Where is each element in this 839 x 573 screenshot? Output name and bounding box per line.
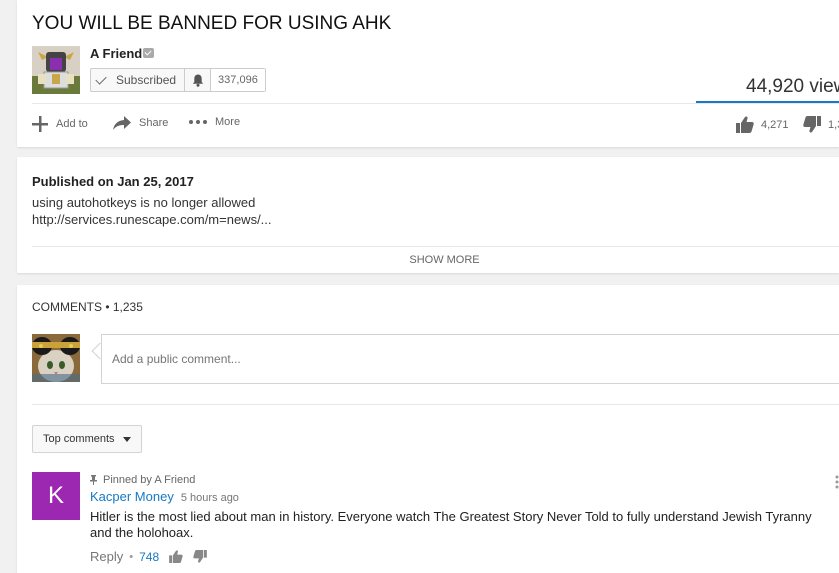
more-button[interactable]: More xyxy=(189,116,240,128)
thumbs-up-icon[interactable] xyxy=(169,550,183,563)
channel-name[interactable]: A Friend xyxy=(90,46,142,61)
show-more-button[interactable]: SHOW MORE xyxy=(17,254,839,266)
reply-button[interactable]: Reply xyxy=(90,549,123,564)
channel-avatar[interactable] xyxy=(32,46,80,94)
share-label: Share xyxy=(139,117,169,129)
subscribed-button[interactable]: Subscribed xyxy=(91,69,186,91)
comment-like-count: 748 xyxy=(139,549,160,564)
comment-author-name[interactable]: Kacper Money xyxy=(90,489,174,504)
more-dots-icon xyxy=(189,120,207,124)
subscribed-label: Subscribed xyxy=(116,73,177,87)
sort-label: Top comments xyxy=(43,433,115,445)
bell-icon xyxy=(192,74,203,87)
share-arrow-icon xyxy=(113,116,131,130)
caret-down-icon xyxy=(122,436,131,442)
separator-dot: • xyxy=(129,550,134,563)
verified-icon xyxy=(143,48,154,58)
more-label: More xyxy=(215,116,241,128)
plus-icon xyxy=(32,116,48,132)
comment-actions: Reply • 748 xyxy=(90,549,208,564)
video-info-card: YOU WILL BE BANNED FOR USING AHK A Frien… xyxy=(17,0,839,147)
pinned-indicator: Pinned by A Friend xyxy=(90,474,195,486)
view-count: 44,920 views xyxy=(746,76,839,97)
comment-header: Kacper Money 5 hours ago xyxy=(90,489,239,504)
comment-input[interactable] xyxy=(101,334,839,384)
pinned-label: Pinned by A Friend xyxy=(103,474,196,486)
divider xyxy=(32,103,839,104)
sort-comments-button[interactable]: Top comments xyxy=(32,425,142,453)
add-to-button[interactable]: Add to xyxy=(32,116,88,132)
comment-menu-icon[interactable] xyxy=(834,475,839,489)
description-card: Published on Jan 25, 2017 using autohotk… xyxy=(17,157,839,273)
publish-date: Published on Jan 25, 2017 xyxy=(32,174,194,189)
user-avatar xyxy=(32,334,80,382)
pin-icon xyxy=(90,475,97,485)
subscribe-group: Subscribed 337,096 xyxy=(90,68,266,92)
dislike-button[interactable]: 1,3 xyxy=(803,116,839,133)
divider xyxy=(32,404,839,405)
check-icon xyxy=(95,72,107,85)
comment-timestamp[interactable]: 5 hours ago xyxy=(181,492,239,504)
thumbs-up-icon xyxy=(736,116,754,133)
subscriber-count: 337,096 xyxy=(211,69,265,91)
thumbs-down-icon xyxy=(803,116,821,133)
video-title: YOU WILL BE BANNED FOR USING AHK xyxy=(32,13,392,34)
divider xyxy=(32,246,839,247)
thumbs-down-icon[interactable] xyxy=(193,550,208,563)
comments-card: COMMENTS • 1,235 Top comments K xyxy=(17,285,839,573)
like-ratio-bar xyxy=(696,101,839,103)
comment-text: Hitler is the most lied about man in his… xyxy=(90,509,812,540)
description-link[interactable]: http://services.runescape.com/m=news/... xyxy=(32,212,272,227)
like-count: 4,271 xyxy=(761,118,789,131)
notification-bell-button[interactable] xyxy=(185,69,212,91)
share-button[interactable]: Share xyxy=(113,116,168,130)
description-text: using autohotkeys is no longer allowed xyxy=(32,195,256,210)
comment-author-avatar[interactable]: K xyxy=(32,472,80,520)
add-to-label: Add to xyxy=(56,118,88,130)
comments-header: COMMENTS • 1,235 xyxy=(32,300,143,314)
dislike-count: 1,3 xyxy=(828,118,839,131)
like-button[interactable]: 4,271 xyxy=(736,116,789,133)
